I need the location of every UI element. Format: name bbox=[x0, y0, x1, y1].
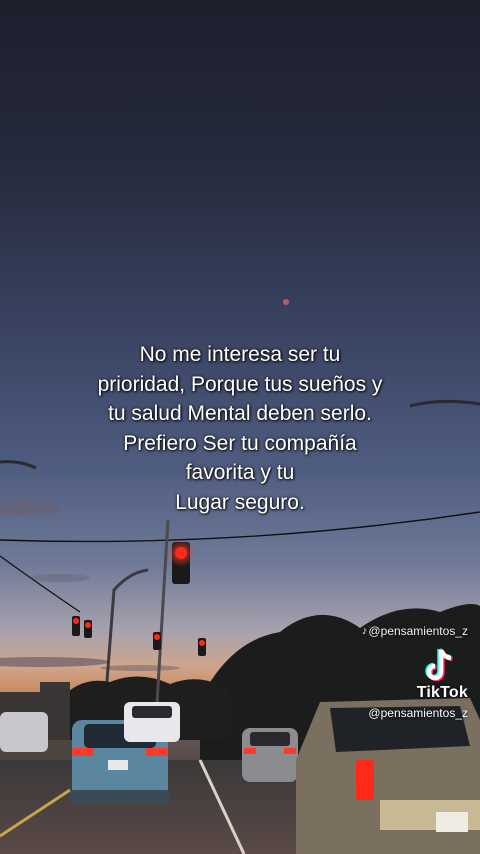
caption-line: Prefiero Ser tu compañía bbox=[123, 431, 357, 455]
caption-line: Lugar seguro. bbox=[175, 490, 305, 514]
car-middle bbox=[242, 728, 298, 782]
watermark-top: ♪ @pensamientos_z bbox=[362, 624, 468, 638]
tiktok-handle: @pensamientos_z bbox=[368, 706, 468, 720]
car-far-left bbox=[0, 712, 48, 752]
tiktok-brand: TikTok bbox=[416, 684, 468, 701]
tiktok-logo-icon bbox=[425, 648, 453, 682]
car-white bbox=[124, 702, 180, 742]
caption-text: No me interesa ser tu prioridad, Porque … bbox=[40, 340, 440, 517]
red-light bbox=[73, 618, 79, 624]
cloud bbox=[100, 665, 180, 671]
caption-line: tu salud Mental deben serlo. bbox=[108, 402, 372, 425]
watermark-top-handle: @pensamientos_z bbox=[368, 624, 468, 638]
red-light bbox=[199, 640, 205, 646]
red-light bbox=[85, 622, 91, 628]
truck-right bbox=[296, 698, 480, 854]
sky-light bbox=[283, 299, 289, 305]
caption-line: favorita y tu bbox=[185, 461, 295, 484]
tiktok-small-icon: ♪ bbox=[361, 625, 368, 637]
cloud bbox=[30, 574, 90, 582]
red-light bbox=[154, 634, 160, 640]
red-light bbox=[175, 547, 187, 559]
caption-line: prioridad, Porque tus sueños y bbox=[97, 372, 383, 396]
caption-line: No me interesa ser tu bbox=[139, 343, 341, 366]
